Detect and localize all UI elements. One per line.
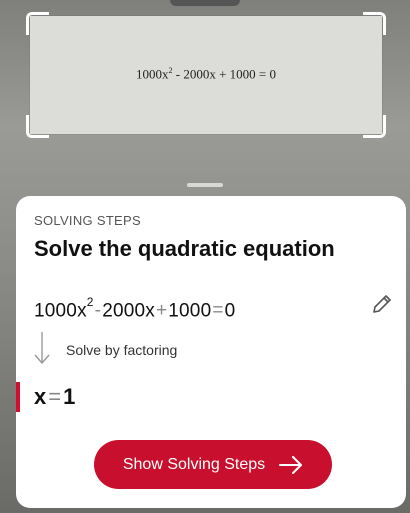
operator-plus: + [155,300,168,322]
coef-a: 1000 [34,300,78,322]
variable: x [77,300,87,322]
frame-corner-bottom-left [26,115,49,138]
status-pill [170,0,240,6]
section-label: SOLVING STEPS [34,213,141,228]
answer-marker [16,382,20,412]
frame-corner-top-right [363,12,386,35]
frame-corner-bottom-right [363,115,386,138]
answer: x=1 [34,384,75,410]
pencil-icon[interactable] [370,292,394,316]
rhs-value: 0 [224,300,236,322]
frame-corner-top-left [26,12,49,35]
answer-value: 1 [63,384,76,409]
coef-b: 2000 [102,300,146,322]
operator-minus: - [94,300,102,322]
down-arrow-icon [34,332,50,365]
variable: x [145,300,155,322]
exponent: 2 [86,295,94,309]
captured-rest: - 2000x + 1000 = 0 [172,66,276,82]
constant-c: 1000 [168,300,212,322]
sheet-title: Solve the quadratic equation [34,236,335,261]
arrow-right-icon [279,455,303,474]
method-label: Solve by factoring [66,342,178,358]
sheet-drag-handle[interactable] [187,183,223,187]
equals-sign: = [212,300,224,322]
answer-equals: = [48,384,62,409]
answer-variable: x [34,384,47,409]
captured-equation: 1000x2 - 2000x + 1000 = 0 [30,66,382,82]
solving-steps-sheet: SOLVING STEPS Solve the quadratic equati… [16,196,406,508]
equation: 1000x2-2000x+1000=0 [34,295,236,322]
show-solving-steps-button[interactable]: Show Solving Steps [94,440,332,489]
camera-viewfinder[interactable]: 1000x2 - 2000x + 1000 = 0 [26,12,386,138]
cta-label: Show Solving Steps [122,455,266,473]
captured-term: 1000x [136,66,169,82]
